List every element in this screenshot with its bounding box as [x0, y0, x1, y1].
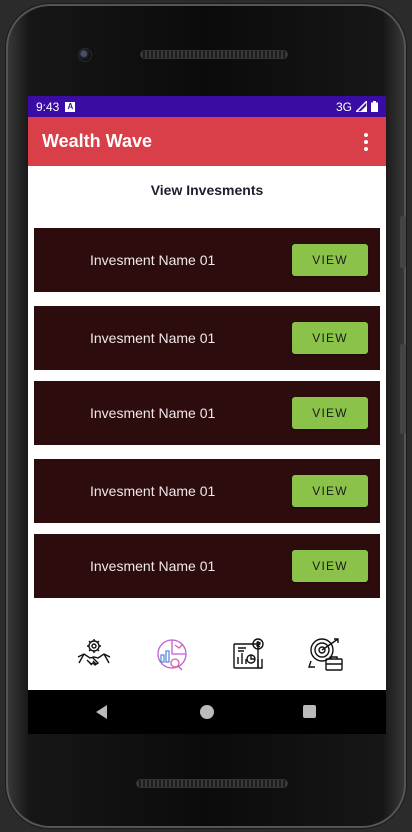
more-vert-icon[interactable] [360, 129, 372, 155]
investment-name: Invesment Name 01 [90, 558, 216, 574]
top-speaker [140, 50, 288, 59]
app-screen: 9:43 A 3G Wealth Wave View Invesments In… [28, 96, 386, 690]
investment-name: Invesment Name 01 [90, 252, 216, 268]
back-icon[interactable] [96, 705, 107, 719]
network-type: 3G [335, 99, 352, 114]
status-time: 9:43 [36, 99, 60, 114]
handshake-gear-icon[interactable] [74, 634, 114, 674]
a-icon: A [65, 101, 76, 112]
system-navigation-bar [28, 690, 386, 734]
investment-name: Invesment Name 01 [90, 330, 216, 346]
view-button[interactable]: VIEW [292, 397, 368, 429]
bottom-speaker [136, 779, 288, 788]
view-button[interactable]: VIEW [292, 475, 368, 507]
investment-card: Invesment Name 01 VIEW [34, 306, 380, 370]
target-briefcase-icon[interactable] [306, 634, 346, 674]
view-button[interactable]: VIEW [292, 322, 368, 354]
status-bar: 9:43 A 3G [28, 96, 386, 117]
home-icon[interactable] [200, 705, 214, 719]
signal-icon [356, 101, 367, 112]
investment-name: Invesment Name 01 [90, 405, 216, 421]
power-button [400, 344, 406, 434]
investment-card: Invesment Name 01 VIEW [34, 381, 380, 445]
analytics-chart-icon[interactable] [152, 634, 192, 674]
view-button[interactable]: VIEW [292, 550, 368, 582]
volume-button [400, 216, 406, 268]
app-bar: Wealth Wave [28, 117, 386, 166]
investment-name: Invesment Name 01 [90, 483, 216, 499]
investment-card: Invesment Name 01 VIEW [34, 459, 380, 523]
recents-icon[interactable] [303, 705, 316, 718]
battery-icon [371, 101, 378, 112]
front-camera [78, 48, 92, 62]
app-title: Wealth Wave [42, 131, 153, 151]
view-button[interactable]: VIEW [292, 244, 368, 276]
page-title: View Invesments [150, 182, 264, 198]
investment-card: Invesment Name 01 VIEW [34, 228, 380, 292]
report-document-icon[interactable] [228, 634, 268, 674]
investment-card: Invesment Name 01 VIEW [34, 534, 380, 598]
bottom-navigation [28, 634, 386, 674]
